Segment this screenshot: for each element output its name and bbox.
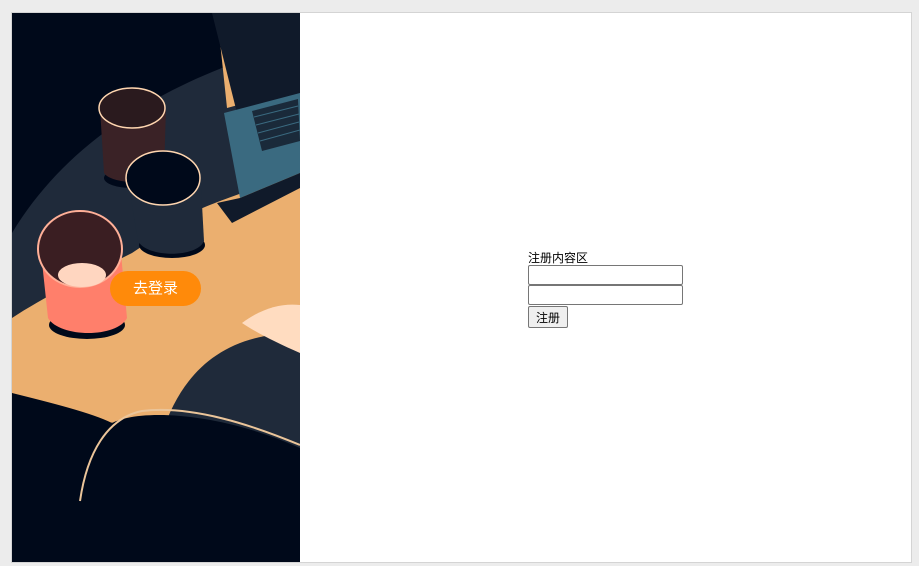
page-frame: 去登录 注册内容区 注册 <box>11 12 912 563</box>
register-form: 注册内容区 注册 <box>528 251 683 328</box>
go-login-button[interactable]: 去登录 <box>110 271 201 306</box>
register-panel: 注册内容区 注册 <box>300 13 911 562</box>
username-input[interactable] <box>528 265 683 285</box>
register-button[interactable]: 注册 <box>528 306 568 328</box>
register-title: 注册内容区 <box>528 251 589 265</box>
password-input[interactable] <box>528 285 683 305</box>
illustration-panel: 去登录 <box>12 13 300 562</box>
